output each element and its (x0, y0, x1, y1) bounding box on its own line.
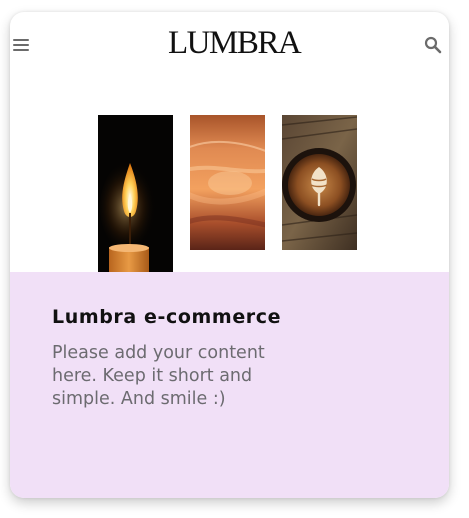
brand-logo[interactable]: LUMBRA (168, 26, 302, 60)
content-panel: Lumbra e-commerce Please add your conten… (10, 272, 449, 498)
top-bar: LUMBRA (10, 12, 449, 74)
search-icon[interactable] (424, 36, 442, 54)
hamburger-menu-icon[interactable] (13, 39, 29, 51)
orange-wax-image (190, 115, 265, 250)
menu-line (13, 44, 29, 46)
product-gallery (10, 74, 449, 272)
latte-art-image (282, 115, 357, 250)
menu-line (13, 39, 29, 41)
product-card: LUMBRA Lumbra e-commerce Please add your… (10, 12, 449, 498)
content-title: Lumbra e-commerce (52, 306, 282, 328)
content-body: Please add your content here. Keep it sh… (52, 343, 265, 409)
candle-image (98, 115, 173, 272)
menu-line (13, 49, 29, 51)
